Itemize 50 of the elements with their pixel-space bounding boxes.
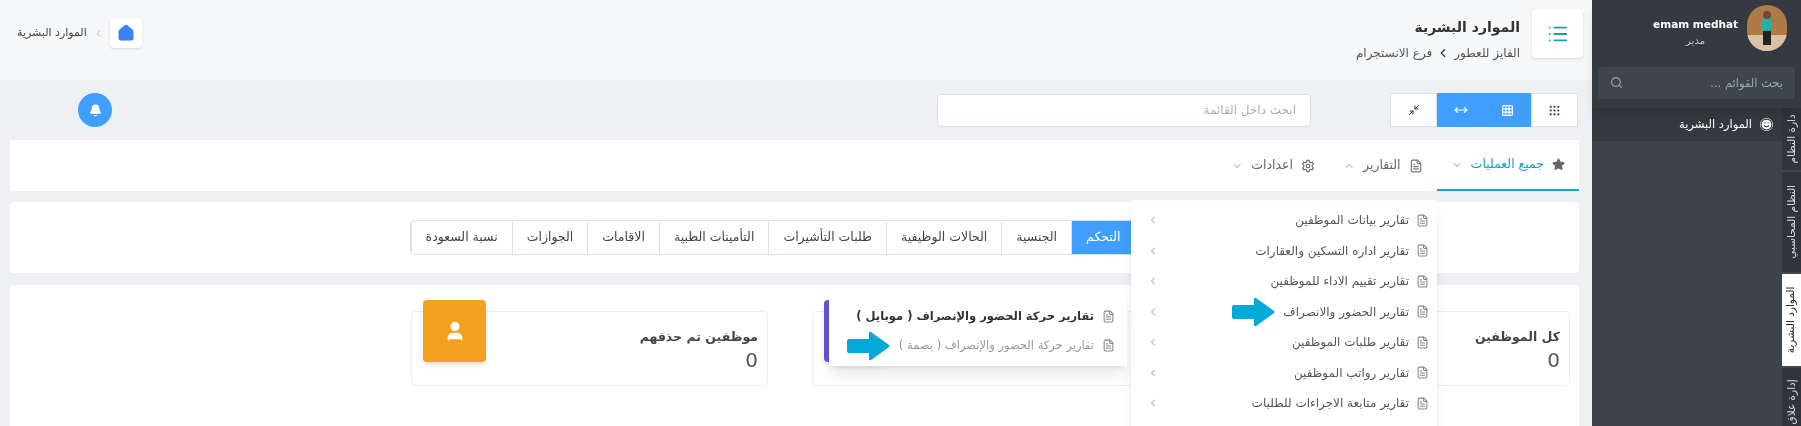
document-icon: [1416, 335, 1429, 349]
home-button[interactable]: [109, 18, 142, 48]
document-icon: [1416, 366, 1429, 380]
notifications-button[interactable]: [78, 93, 112, 127]
vertical-tab[interactable]: إدارة علاق: [1782, 368, 1801, 426]
menu-search-field[interactable]: بحث القوائم ...: [1598, 67, 1795, 99]
bell-icon: [88, 103, 102, 117]
user-role: مدير: [1686, 33, 1705, 48]
document-icon: [1416, 274, 1429, 288]
search-field[interactable]: ابحث داخل القائمة: [937, 93, 1311, 127]
dots-icon: [1548, 103, 1561, 117]
pointer-arrow: [844, 330, 891, 361]
breadcrumb-link[interactable]: الموارد البشرية: [17, 24, 87, 42]
document-icon: [1416, 305, 1429, 319]
document-icon: [1102, 339, 1115, 352]
settings-icon: [1301, 158, 1315, 173]
stat-value: 0: [745, 346, 758, 373]
grid-icon: [1501, 103, 1514, 117]
breadcrumb-link[interactable]: الفايز للعطور: [1454, 44, 1520, 62]
menu-tab[interactable]: التقارير: [1329, 140, 1437, 191]
home-icon: [116, 24, 135, 42]
star-icon: [1552, 158, 1565, 171]
vertical-tab[interactable]: النظام المحاسبي: [1782, 172, 1801, 274]
face-icon: [1760, 118, 1773, 131]
dropdown-item[interactable]: تقارير طلبات الموظفين: [1131, 327, 1437, 358]
vertical-tab[interactable]: دارة النظام: [1782, 108, 1801, 172]
document-icon: [1102, 310, 1115, 323]
menu-tab[interactable]: اعدادات: [1217, 140, 1329, 191]
submenu-item[interactable]: تقارير حركة الحضور والإنصراف ( موبايل ): [828, 302, 1127, 331]
document-icon: [1416, 213, 1429, 227]
user-name: emam medhat: [1653, 17, 1738, 32]
page-title: الموارد البشرية: [1413, 18, 1520, 38]
menu-button[interactable]: [1532, 9, 1583, 58]
stat-title: كل الموظفين: [1474, 328, 1560, 346]
stat-title: موظفين تم حذفهم: [639, 328, 758, 346]
stat-value: 0: [1547, 346, 1560, 373]
vertical-tab[interactable]: الموارد البشرية: [1782, 274, 1801, 368]
dropdown-item[interactable]: تقارير تقييم الاداء للموظفين: [1131, 266, 1437, 297]
view-button[interactable]: [1484, 93, 1531, 127]
dropdown-item[interactable]: تقارير رواتب الموظفين: [1131, 357, 1437, 388]
dropdown-item[interactable]: تقارير الحضور والانصراف: [1131, 296, 1437, 327]
document-icon: [1416, 244, 1429, 258]
document-icon: [1408, 158, 1423, 173]
breadcrumb-link[interactable]: فرع الانستجرام: [1355, 44, 1433, 62]
pointer-arrow: [1230, 296, 1277, 327]
document-icon: [1416, 396, 1429, 410]
dropdown-item[interactable]: تقارير متابعة الاجراءات للطلبات: [1131, 388, 1437, 419]
search-icon: [1610, 76, 1623, 89]
compress-icon: [1407, 104, 1420, 116]
view-button[interactable]: [1437, 93, 1484, 127]
